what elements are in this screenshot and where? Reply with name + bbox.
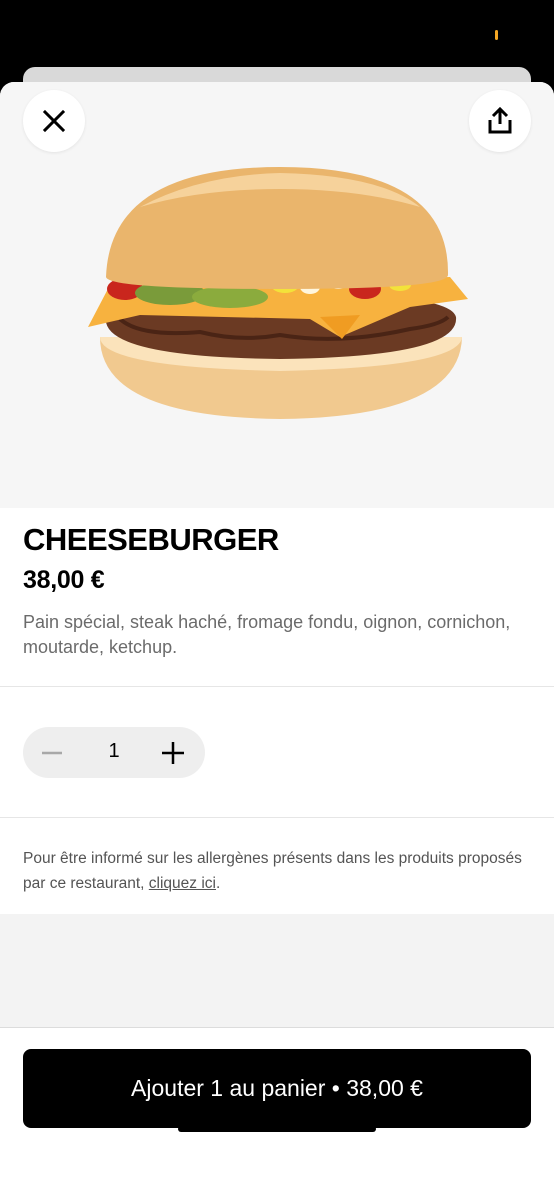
quantity-value: 1 — [108, 740, 120, 762]
decrease-quantity-button[interactable] — [37, 738, 67, 768]
close-icon — [42, 109, 66, 133]
add-to-cart-button[interactable]: Ajouter 1 au panier • 38,00 € — [23, 1049, 531, 1128]
allergen-text: Pour être informé sur les allergènes pré… — [23, 850, 522, 892]
share-button[interactable] — [469, 90, 531, 152]
home-indicator[interactable] — [178, 1126, 376, 1132]
spacer-band — [0, 914, 554, 1028]
product-price: 38,00 € — [23, 566, 105, 594]
product-image — [88, 167, 468, 419]
product-title: CHEESEBURGER — [23, 522, 279, 557]
close-button[interactable] — [23, 90, 85, 152]
section-divider — [0, 686, 554, 687]
cart-footer: Ajouter 1 au panier • 38,00 € — [0, 1028, 554, 1200]
share-icon — [488, 107, 512, 134]
section-divider — [0, 817, 554, 818]
plus-icon — [162, 742, 184, 764]
minus-icon — [42, 751, 62, 755]
product-sheet: CHEESEBURGER 38,00 € Pain spécial, steak… — [0, 82, 554, 1200]
allergen-link[interactable]: cliquez ici — [149, 875, 216, 892]
quantity-stepper: 1 — [23, 727, 205, 778]
increase-quantity-button[interactable] — [158, 738, 188, 768]
allergen-notice: Pour être informé sur les allergènes pré… — [23, 846, 533, 896]
product-hero — [0, 82, 554, 508]
allergen-suffix: . — [216, 875, 221, 892]
status-indicator — [495, 30, 498, 40]
product-description: Pain spécial, steak haché, fromage fondu… — [23, 612, 511, 657]
phone-screen: CHEESEBURGER 38,00 € Pain spécial, steak… — [0, 0, 554, 1200]
